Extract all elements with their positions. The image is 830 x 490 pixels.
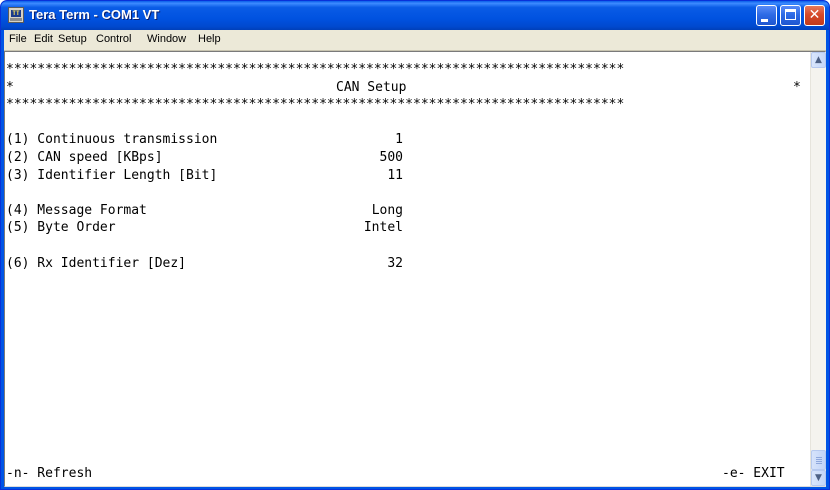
header-right-star: * (793, 79, 801, 95)
maximize-button[interactable] (780, 5, 801, 26)
menu-control[interactable]: Control (96, 33, 131, 45)
close-icon: ✕ (808, 7, 821, 23)
menu-file[interactable]: File (9, 33, 27, 45)
minimize-button[interactable] (756, 5, 777, 26)
header-title: CAN Setup (336, 79, 407, 95)
header-border-top: ****************************************… (6, 62, 625, 77)
param-label: (4) Message Format (6, 202, 147, 218)
close-button[interactable]: ✕ (804, 5, 825, 26)
param-value: 32 (387, 255, 403, 271)
terminal-screen[interactable]: ****************************************… (6, 61, 806, 485)
terminal-window: TT Tera Term - COM1 VT ✕ File Edit Setup… (0, 0, 830, 490)
scrollbar-thumb[interactable] (811, 450, 826, 470)
chevron-up-icon: ▲ (815, 55, 822, 65)
menu-help[interactable]: Help (198, 33, 221, 45)
title-bar[interactable]: TT Tera Term - COM1 VT ✕ (1, 1, 829, 30)
menu-window[interactable]: Window (147, 33, 186, 45)
minimize-icon (761, 19, 768, 22)
param-value: Long (371, 202, 403, 218)
param-value: 11 (387, 167, 403, 183)
scroll-up-button[interactable]: ▲ (811, 52, 826, 68)
param-label: (1) Continuous transmission (6, 132, 218, 148)
vertical-scrollbar[interactable]: ▲ ▼ (810, 52, 826, 486)
param-value: 1 (395, 132, 403, 148)
teraterm-app-icon[interactable]: TT (8, 7, 24, 23)
exit-command: -e- EXIT (722, 466, 785, 481)
param-label: (3) Identifier Length [Bit] (6, 167, 218, 183)
maximize-icon (785, 9, 796, 20)
terminal-area[interactable]: ****************************************… (4, 51, 826, 487)
chevron-down-icon: ▼ (815, 473, 822, 483)
header-left-star: * (6, 79, 14, 95)
param-value: Intel (363, 220, 403, 236)
param-label: (5) Byte Order (6, 220, 116, 236)
param-value: 500 (379, 150, 403, 165)
param-label: (6) Rx Identifier [Dez] (6, 255, 187, 271)
param-label: (2) CAN speed [KBps] (6, 150, 163, 165)
scroll-down-button[interactable]: ▼ (811, 470, 826, 486)
menu-edit[interactable]: Edit (34, 33, 53, 45)
menu-bar: File Edit Setup Control Window Help (4, 30, 826, 51)
window-title: Tera Term - COM1 VT (29, 7, 160, 22)
menu-setup[interactable]: Setup (58, 33, 87, 45)
refresh-command: -n- Refresh (6, 466, 93, 481)
header-border-bottom: ****************************************… (6, 97, 625, 113)
